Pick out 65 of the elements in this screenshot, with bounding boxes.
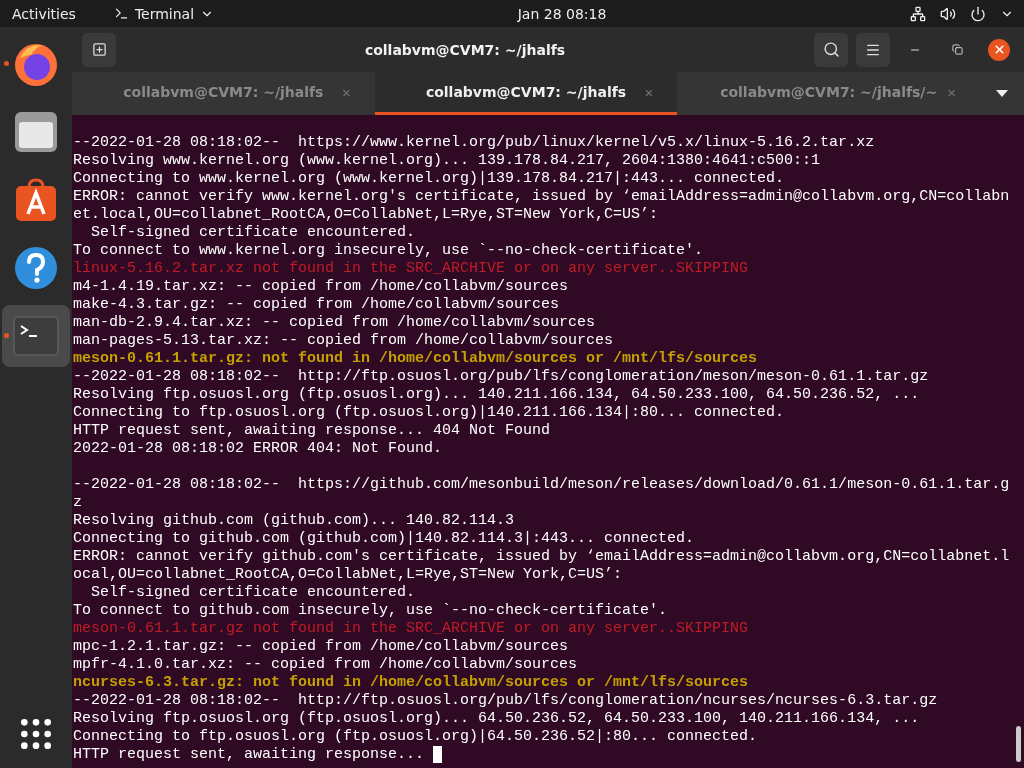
close-button[interactable] [988,38,1010,61]
terminal-line: Self-signed certificate encountered. [90,224,416,242]
tab[interactable]: collabvm@CVM7: ~/jhalfs/~ × [677,72,980,115]
terminal-line: ERROR: cannot verify www.kernel.org's certificate, issued by ‘emailAddress=admin@collabvm.org,CN=collabn [73,188,1010,206]
terminal-line: meson-0.61.1.tar.gz: not found in /home/collabvm/sources or /mnt/lfs/sources [73,350,758,368]
restore-icon [951,44,963,55]
tab-label[interactable]: collabvm@CVM7: ~/jhalfs [123,84,324,100]
terminal-line: Resolving www.kernel.org (www.kernel.org)... 139.178.84.217, 2604:1380:4641:c500::1 [73,152,821,170]
terminal-line: mpc-1.2.1.tar.gz: -- copied from /home/collabvm/sources [73,638,569,656]
app-menu[interactable]: Terminal [113,5,215,22]
window-title: collabvm@CVM7: ~/jhalfs [363,41,567,58]
clock[interactable]: Jan 28 08:18 [517,5,607,22]
tab-close-button[interactable]: × [644,83,654,101]
terminal-line: ocal,OU=collabnet_RootCA,O=CollabNet,L=Rye,ST=New York,C=US’: [73,566,623,584]
tab-close-button[interactable]: × [947,83,956,101]
terminal-line: mpfr-4.1.0.tar.xz: -- copied from /home/collabvm/sources [73,656,578,674]
terminal-line: Resolving ftp.osuosl.org (ftp.osuosl.org)... 140.211.166.134, 64.50.233.100, 64.50.236.52, ... [73,386,920,404]
terminal-line: m4-1.4.19.tar.xz: -- copied from /home/collabvm/sources [73,278,569,296]
terminal-line: 2022-01-28 08:18:02 ERROR 404: Not Found. [73,440,443,458]
terminal-line: Connecting to ftp.osuosl.org (ftp.osuosl.org)|140.211.166.134|:80... connected. [73,404,785,422]
terminal-line: Connecting to github.com (github.com)|140.82.114.3|:443... connected. [73,530,695,548]
terminal-line: --2022-01-28 08:18:02-- https://github.com/mesonbuild/meson/releases/download/0.61.1/meson-0.61.1.tar.g [73,476,1010,494]
tab[interactable]: collabvm@CVM7: ~/jhalfs × [72,72,375,115]
tab-label[interactable]: collabvm@CVM7: ~/jhalfs [425,84,627,100]
terminal-line: --2022-01-28 08:18:02-- http://ftp.osuosl.org/pub/lfs/conglomeration/ncurses/ncurses-6.3.tar.gz [73,692,938,710]
terminal-line: Connecting to ftp.osuosl.org (ftp.osuosl.org)|64.50.236.52|:80... connected. [73,728,758,746]
volume-icon[interactable] [940,5,956,22]
terminal-line: ERROR: cannot verify github.com's certificate, issued by ‘emailAddress=admin@collabvm.org,CN=collabnet.l [73,548,1010,566]
menu-button[interactable] [856,32,890,67]
close-icon [992,43,1006,56]
terminal-line: ncurses-6.3.tar.gz: not found in /home/collabvm/sources or /mnt/lfs/sources [73,674,749,692]
tab-label[interactable]: collabvm@CVM7: ~/jhalfs/~ [720,84,938,100]
terminal-line: HTTP request sent, awaiting response... [73,746,426,764]
scrollbar-thumb[interactable] [1016,726,1021,762]
terminal-line: Self-signed certificate encountered. [90,584,416,602]
terminal-line: HTTP request sent, awaiting response... 404 Not Found [73,422,551,440]
caret-icon [996,90,1008,97]
terminal-line: linux-5.16.2.tar.xz not found in the SRC_ARCHIVE or on any server..SKIPPING [73,260,749,278]
terminal-icon [113,6,129,21]
terminal-line: man-db-2.9.4.tar.xz: -- copied from /home/collabvm/sources [73,314,596,332]
search-icon [822,41,840,58]
terminal-line: Connecting to www.kernel.org (www.kernel.org)|139.178.84.217|:443... connected. [73,170,785,188]
folder-icon [13,110,59,154]
terminal-line: Resolving ftp.osuosl.org (ftp.osuosl.org)... 64.50.236.52, 64.50.233.100, 140.211.166.134, ... [73,710,920,728]
terminal-line: meson-0.61.1.tar.gz not found in the SRC_ARCHIVE or on any server..SKIPPING [73,620,749,638]
search-button[interactable] [814,32,848,67]
terminal-line: To connect to www.kernel.org insecurely, use `--no-check-certificate'. [73,242,704,260]
tab[interactable]: collabvm@CVM7: ~/jhalfs × [374,72,678,115]
tab-close-button[interactable]: × [341,83,351,101]
terminal-line: man-pages-5.13.tar.xz: -- copied from /home/collabvm/sources [73,332,614,350]
shopping-bag-icon [13,177,59,223]
terminal-icon [13,316,59,356]
terminal-line: --2022-01-28 08:18:02-- https://www.kernel.org/pub/linux/kernel/v5.x/linux-5.16.2.tar.xz [73,134,875,152]
help-icon [13,245,59,291]
plus-icon [91,42,107,57]
terminal-line: --2022-01-28 08:18:02-- http://ftp.osuosl.org/pub/lfs/conglomeration/meson/meson-0.61.1.tar.gz [73,368,929,386]
terminal-line: et.local,OU=collabnet_RootCA,O=CollabNet,L=Rye,ST=New York,C=US’: [73,206,659,224]
terminal-line: z [73,494,82,512]
terminal-line: To connect to github.com insecurely, use `--no-check-certificate'. [73,602,668,620]
power-icon[interactable] [970,5,986,22]
network-icon[interactable] [910,5,926,22]
terminal-line: Resolving github.com (github.com)... 140.82.114.3 [73,512,515,530]
new-tab-button[interactable] [82,32,116,67]
terminal-line: make-4.3.tar.gz: -- copied from /home/collabvm/sources [73,296,560,314]
activities-button[interactable]: Activities [12,5,76,22]
